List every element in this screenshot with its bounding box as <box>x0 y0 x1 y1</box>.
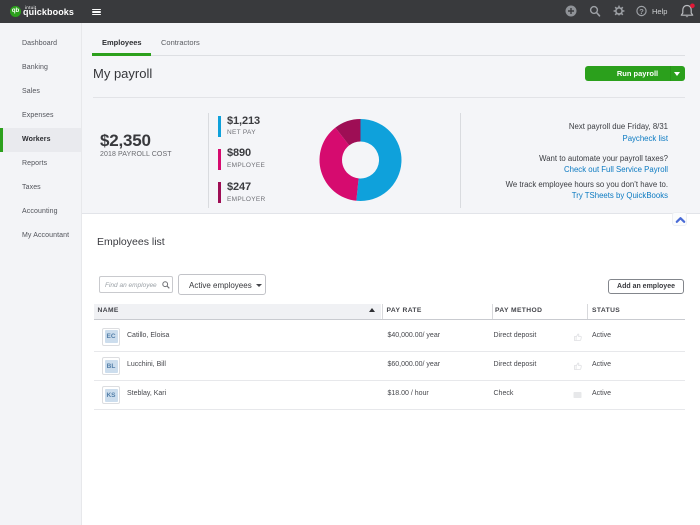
svg-text:Help: Help <box>652 7 667 16</box>
svg-text:?: ? <box>639 7 644 16</box>
